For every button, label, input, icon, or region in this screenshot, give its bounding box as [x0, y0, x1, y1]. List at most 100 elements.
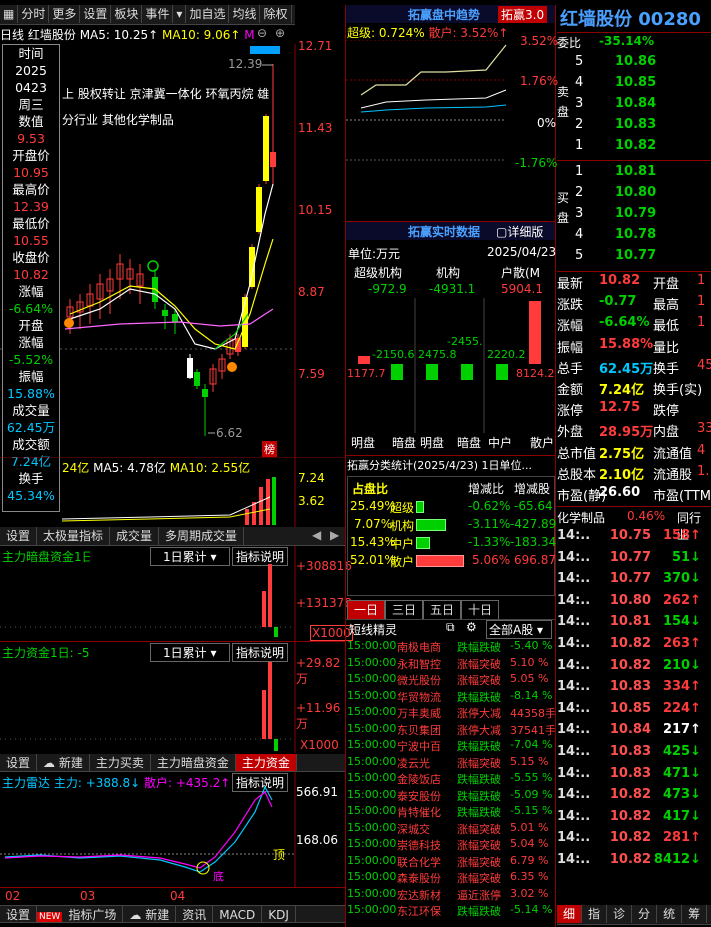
news-filter[interactable]: 全部A股 ▾ — [486, 620, 552, 639]
tab-index[interactable]: 指 — [582, 905, 608, 923]
news-row[interactable]: 15:00:00 泰安股份 跌幅跌破 -5.09 % — [347, 788, 555, 805]
news-row[interactable]: 15:00:00 东贝集团 涨停大减 37541手 — [347, 722, 555, 739]
bottom-settings[interactable]: 设置 — [0, 906, 38, 922]
toolbar-item[interactable]: 更多 — [49, 5, 81, 23]
news-row[interactable]: 15:00:00 宏达新材 逼近涨停 3.02 % — [347, 887, 555, 904]
buy-level[interactable]: 5 10.77 — [575, 248, 711, 269]
toolbar-item[interactable]: 加自选 — [186, 5, 230, 23]
bottom-kdj[interactable]: KDJ — [262, 906, 296, 922]
toolbar-item[interactable]: 板块 — [111, 5, 143, 23]
buy-level[interactable]: 3 10.79 — [575, 206, 711, 227]
info-value: 2025 — [15, 63, 47, 78]
news-cell: -5.40 % — [510, 639, 553, 652]
tab-multi-volume[interactable]: 多周期成交量 — [159, 527, 245, 545]
sell-level[interactable]: 3 10.84 — [575, 96, 711, 117]
tick-volume: 51↓ — [651, 550, 701, 571]
info-label: 收盘价 — [12, 250, 50, 265]
news-row[interactable]: 15:00:00 崇德科技 涨幅突破 5.04 % — [347, 837, 555, 854]
volume-chart[interactable] — [0, 457, 345, 527]
toolbar-item[interactable]: 分时 — [18, 5, 50, 23]
tick-volume-number: 51 — [672, 549, 691, 565]
gear-icon[interactable]: ⚙ — [466, 620, 477, 634]
tab-dark-fund[interactable]: 主力暗盘资金 — [151, 754, 236, 771]
realtime-inner: 2220.2 — [487, 348, 526, 361]
toolbar-dropdown[interactable]: ▾ — [173, 5, 187, 23]
tab-main-fund[interactable]: 主力资金 — [235, 754, 297, 771]
buy-level[interactable]: 2 10.80 — [575, 185, 711, 206]
news-row[interactable]: 15:00:00 森泰股份 涨幅突破 6.35 % — [347, 870, 555, 887]
tab-chip[interactable]: 筹 — [682, 905, 708, 923]
realtime-unit: 单位:万元 — [348, 247, 401, 261]
sell-level[interactable]: 4 10.85 — [575, 75, 711, 96]
tab-radar-settings[interactable]: 设置 — [0, 754, 38, 771]
tab-detail[interactable]: 细 — [557, 905, 583, 923]
tab-stat[interactable]: 统 — [657, 905, 683, 923]
trend-badge[interactable]: 拓赢3.0 — [498, 6, 548, 23]
sell-level[interactable]: 2 10.83 — [575, 117, 711, 138]
period-tab[interactable]: 十日 — [461, 600, 500, 620]
sell-level[interactable]: 5 10.86 — [575, 54, 711, 75]
news-row[interactable]: 15:00:00 宁波中百 跌幅跌破 -7.04 % — [347, 738, 555, 755]
info-label: 开盘 — [18, 318, 44, 333]
cloud-icon: ☁ — [129, 908, 142, 922]
detail-toggle[interactable]: ▢详细版 — [496, 223, 543, 240]
toolbar-item[interactable]: 除权 — [260, 5, 292, 23]
news-cell: 15:00:00 — [347, 771, 397, 784]
bottom-indicator-market[interactable]: 指标广场 — [62, 906, 124, 922]
prev-arrow-icon[interactable]: ◀ — [312, 528, 321, 542]
stat-row: 涨停 12.75 跌停 — [557, 399, 711, 420]
rank-tag[interactable]: 榜 — [262, 441, 277, 457]
level-index: 2 — [575, 117, 584, 132]
news-row[interactable]: 15:00:00 万丰奥威 涨停大减 44358手 — [347, 705, 555, 722]
news-row[interactable]: 15:00:00 东江环保 跌幅跌破 -5.14 % — [347, 903, 555, 920]
tick-time: 14:.. — [557, 808, 591, 824]
tick-row: 14:.. 10.82 8412↓ — [557, 852, 711, 873]
next-arrow-icon[interactable]: ▶ — [330, 528, 339, 542]
news-row[interactable]: 15:00:00 凌云光 涨幅突破 5.15 % — [347, 755, 555, 772]
bottom-new[interactable]: ☁ 新建 — [123, 906, 177, 922]
sell-level[interactable]: 1 10.82 — [575, 138, 711, 159]
period-tab[interactable]: 一日 — [347, 600, 386, 620]
period-label[interactable]: 日线 — [0, 28, 24, 42]
tab-settings[interactable]: 设置 — [0, 527, 38, 545]
tab-volume[interactable]: 成交量 — [110, 527, 160, 545]
bottom-news[interactable]: 资讯 — [176, 906, 214, 922]
cloud-icon: ☁ — [43, 756, 56, 770]
toolbar-grid-icon[interactable]: ▦ — [0, 5, 19, 23]
tab-taiji[interactable]: 太极量指标 — [37, 527, 111, 545]
buy-level[interactable]: 1 10.81 — [575, 164, 711, 185]
news-row[interactable]: 15:00:00 肯特催化 跌幅跌破 -5.15 % — [347, 804, 555, 821]
news-row[interactable]: 15:00:00 永和智控 涨幅突破 5.10 % — [347, 656, 555, 673]
buy-level[interactable]: 4 10.78 — [575, 227, 711, 248]
news-row[interactable]: 15:00:00 联合化学 涨幅突破 6.79 % — [347, 854, 555, 871]
sector-name[interactable]: 化学制品 — [557, 509, 605, 526]
period-tab[interactable]: 三日 — [385, 600, 424, 620]
toolbar-item[interactable]: 设置 — [80, 5, 112, 23]
info-label: 时间 — [18, 46, 44, 61]
news-cell: 肯特催化 — [397, 806, 441, 819]
news-cell: 东贝集团 — [397, 723, 441, 737]
tab-minute[interactable]: 分 — [632, 905, 658, 923]
toolbar-item[interactable]: 均线 — [229, 5, 261, 23]
expand-icon[interactable]: ⧉ — [446, 620, 455, 635]
tab-new[interactable]: ☁ 新建 — [37, 754, 90, 771]
stat-cell: 跌停 — [653, 404, 680, 420]
stat-row: 振幅 15.88% 量比 — [557, 336, 711, 357]
classify-head: 占盘比 — [352, 482, 389, 496]
toolbar-item[interactable]: 事件 — [142, 5, 174, 23]
tab-main-trade[interactable]: 主力买卖 — [90, 754, 151, 771]
news-row[interactable]: 15:00:00 微光股份 涨幅突破 5.05 % — [347, 672, 555, 689]
tab-diagnose[interactable]: 诊 — [607, 905, 633, 923]
news-row[interactable]: 15:00:00 南极电商 跌幅跌破 -5.40 % — [347, 639, 555, 656]
news-row[interactable]: 15:00:00 深城交 涨幅突破 5.01 % — [347, 821, 555, 838]
period-tab[interactable]: 五日 — [423, 600, 462, 620]
stat-row: 涨跌 -0.77 最高 1 — [557, 293, 711, 314]
news-row[interactable]: 15:00:00 华贸物流 跌幅跌破 -8.14 % — [347, 689, 555, 706]
zoom-out-icon[interactable]: ⊖ — [257, 26, 267, 40]
zoom-in-icon[interactable]: ⊕ — [275, 26, 285, 40]
trend-chart[interactable] — [346, 40, 555, 220]
tick-row: 14:.. 10.83 334↑ — [557, 679, 711, 700]
news-row[interactable]: 15:00:00 金陵饭店 跌幅跌破 -5.55 % — [347, 771, 555, 788]
realtime-foot: 明盘 — [351, 436, 376, 450]
bottom-macd[interactable]: MACD — [213, 906, 263, 922]
